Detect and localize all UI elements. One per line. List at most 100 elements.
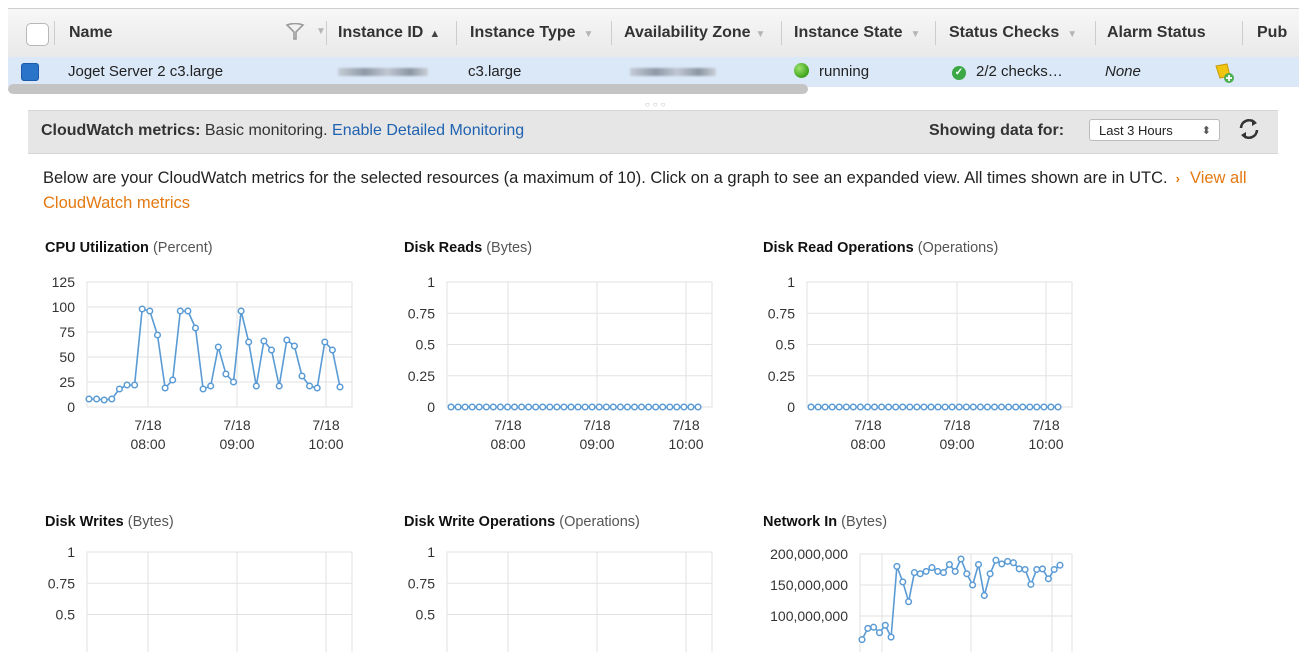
y-tick-label: 0.5 [56,607,76,623]
y-tick-label: 1 [67,544,75,560]
y-tick-label: 100,000,000 [770,608,848,624]
resize-handle[interactable]: ○○○ [645,100,669,109]
data-point [893,562,901,570]
data-point [858,636,866,644]
data-point [887,633,895,641]
create-alarm-icon[interactable] [1214,62,1236,84]
data-point [1005,403,1013,411]
data-point [957,555,965,563]
data-point [313,384,321,392]
data-point [447,403,455,411]
x-tick-label: 09:00 [579,436,614,452]
x-tick-label: 08:00 [130,436,165,452]
column-header-availability-zone[interactable]: Availability Zone ▼ [624,9,765,57]
running-status-icon [794,63,809,78]
data-point [510,403,519,411]
chart-title: Network In (Bytes) [763,514,887,530]
data-point [229,378,238,386]
y-tick-label: 0.5 [416,337,436,353]
data-point [123,381,131,389]
data-point [560,403,568,411]
data-point [275,382,283,390]
availability-zone-redacted [630,57,716,87]
data-point [983,403,991,411]
series-line [861,556,1061,641]
cpu-utilization-chart[interactable]: 125 100 75 50 25 0 7/18 08:00 7/18 09:00 7/18 10:00 [0,270,370,470]
chart-title-text: Disk Writes [45,514,124,530]
column-header-instance-type[interactable]: Instance Type ▼ [470,9,593,57]
data-point [100,396,108,404]
y-tick-label: 0 [787,399,795,415]
disk-reads-chart[interactable]: 1 0.75 0.5 0.25 0 7/18 08:00 7/18 09:00 7/18 10:00 [360,270,730,470]
data-point [574,403,582,411]
showing-data-label: Showing data for: [929,122,1065,139]
chart-title-text: Disk Write Operations [404,514,556,530]
data-point [1033,565,1041,574]
table-row[interactable]: Joget Server 2 c3.large c3.large running… [8,57,1299,87]
cloudwatch-toolbar: CloudWatch metrics: Basic monitoring. En… [28,110,1278,154]
data-point [199,385,207,393]
column-header-status-checks[interactable]: Status Checks ▼ [949,9,1077,57]
cloudwatch-title: CloudWatch metrics: [41,122,201,139]
data-point [939,569,948,577]
select-all-checkbox[interactable] [26,23,49,46]
data-point [814,403,822,411]
data-point [252,382,260,390]
column-separator [611,21,612,45]
data-point [161,384,169,392]
data-point [454,403,462,411]
y-tick-label: 1 [427,274,435,290]
data-point [176,307,184,315]
data-point [1027,580,1035,588]
data-point [856,403,864,411]
row-checkbox[interactable] [21,63,39,81]
chevron-down-icon[interactable]: ▼ [910,29,920,40]
horizontal-scrollbar[interactable] [8,84,808,94]
data-point [980,591,988,600]
column-label: Availability Zone [624,24,751,41]
data-point [602,403,610,411]
disk-write-operations-chart[interactable]: 1 0.75 0.5 [360,540,730,652]
status-checks[interactable]: ✓ 2/2 checks… [952,57,1063,87]
arrow-right-icon: › [1175,171,1180,186]
data-point [916,570,924,578]
chart-title-text: Disk Read Operations [763,240,914,256]
chart-title-text: Disk Reads [404,240,483,256]
data-point [518,403,526,411]
data-point [666,403,674,411]
sort-ascending-icon[interactable]: ▲ [429,28,440,40]
chevron-down-icon[interactable]: ▼ [316,26,326,37]
chart-title: Disk Writes (Bytes) [45,514,174,530]
monitoring-text: Basic monitoring. [204,122,328,139]
column-header-instance-state[interactable]: Instance State ▼ [794,9,920,57]
enable-detailed-monitoring-link[interactable]: Enable Detailed Monitoring [332,122,524,139]
data-point [290,342,298,350]
y-tick-label: 0 [67,399,75,415]
column-header-alarm-status[interactable]: Alarm Status [1107,9,1206,57]
time-range-select[interactable]: Last 3 Hours ⬍ [1089,119,1220,141]
column-separator [781,21,782,45]
intro-text: Below are your CloudWatch metrics for th… [43,169,1168,187]
column-header-instance-id[interactable]: Instance ID ▲ [338,9,440,57]
column-header-name[interactable]: Name [69,9,113,57]
data-point [969,581,977,589]
data-point [849,403,857,411]
filter-icon[interactable] [285,23,305,41]
y-tick-label: 0.5 [416,607,436,623]
data-point [115,385,123,393]
disk-writes-chart[interactable]: 1 0.75 0.5 [0,540,370,652]
data-point [899,403,907,411]
data-point [267,346,276,354]
time-range-value: Last 3 Hours [1099,123,1173,138]
network-in-chart[interactable]: 200,000,000 150,000,000 100,000,000 [720,540,1090,652]
data-point [948,403,956,411]
data-point [496,403,504,411]
disk-read-operations-chart[interactable]: 1 0.75 0.5 0.25 0 7/18 08:00 7/18 09:00 7/18 10:00 [720,270,1090,470]
refresh-icon[interactable] [1236,117,1262,141]
chevron-down-icon[interactable]: ▼ [1067,29,1077,40]
data-point [1040,403,1048,411]
chevron-down-icon[interactable]: ▼ [584,29,594,40]
chevron-down-icon[interactable]: ▼ [756,29,766,40]
data-point [532,403,540,411]
column-header-public[interactable]: Pub [1257,9,1287,57]
